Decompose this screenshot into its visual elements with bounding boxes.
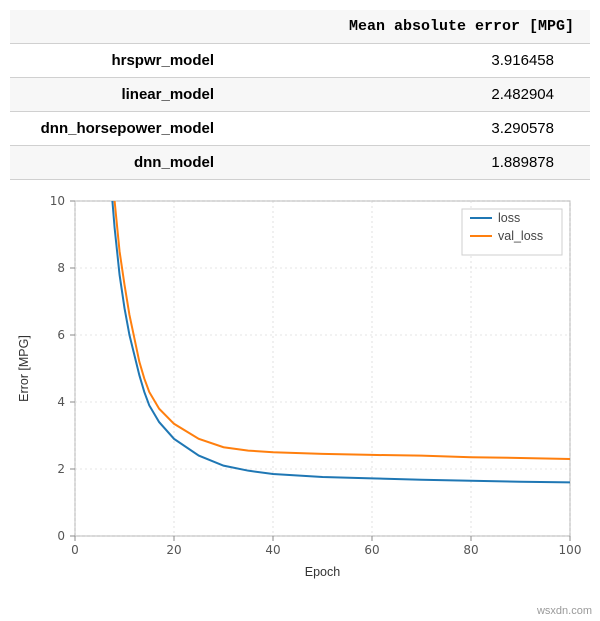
y-tick-label: 6 xyxy=(57,328,65,342)
y-tick-label: 2 xyxy=(57,462,65,476)
training-loss-chart: 0 20 40 60 80 100 0 2 4 6 8 10 Epoch Error [MPG] loss v… xyxy=(10,186,590,586)
table-header-mae: Mean absolute error [MPG] xyxy=(230,10,590,44)
row-name: dnn_model xyxy=(10,146,230,180)
table-header-empty xyxy=(10,10,230,44)
x-tick-label: 60 xyxy=(364,543,379,557)
legend-label: loss xyxy=(498,211,520,225)
y-axis-label: Error [MPG] xyxy=(17,335,31,402)
x-tick-label: 40 xyxy=(265,543,280,557)
y-tick-label: 0 xyxy=(57,529,65,543)
row-name: dnn_horsepower_model xyxy=(10,112,230,146)
watermark: wsxdn.com xyxy=(537,605,592,617)
x-tick-label: 0 xyxy=(71,543,79,557)
y-tick-label: 4 xyxy=(57,395,65,409)
x-tick-label: 100 xyxy=(559,543,582,557)
x-tick-label: 80 xyxy=(463,543,478,557)
table-row: dnn_model1.889878 xyxy=(10,146,590,180)
row-value: 1.889878 xyxy=(230,146,590,180)
results-table: Mean absolute error [MPG] hrspwr_model3.… xyxy=(10,10,590,180)
table-row: linear_model2.482904 xyxy=(10,78,590,112)
row-value: 3.290578 xyxy=(230,112,590,146)
row-name: linear_model xyxy=(10,78,230,112)
legend-label: val_loss xyxy=(498,229,543,243)
table-row: dnn_horsepower_model3.290578 xyxy=(10,112,590,146)
legend: loss val_loss xyxy=(462,209,562,255)
table-row: hrspwr_model3.916458 xyxy=(10,44,590,78)
y-tick-label: 8 xyxy=(57,261,65,275)
row-value: 3.916458 xyxy=(230,44,590,78)
x-tick-label: 20 xyxy=(166,543,181,557)
x-axis-label: Epoch xyxy=(305,565,340,579)
row-name: hrspwr_model xyxy=(10,44,230,78)
y-tick-label: 10 xyxy=(50,194,65,208)
row-value: 2.482904 xyxy=(230,78,590,112)
